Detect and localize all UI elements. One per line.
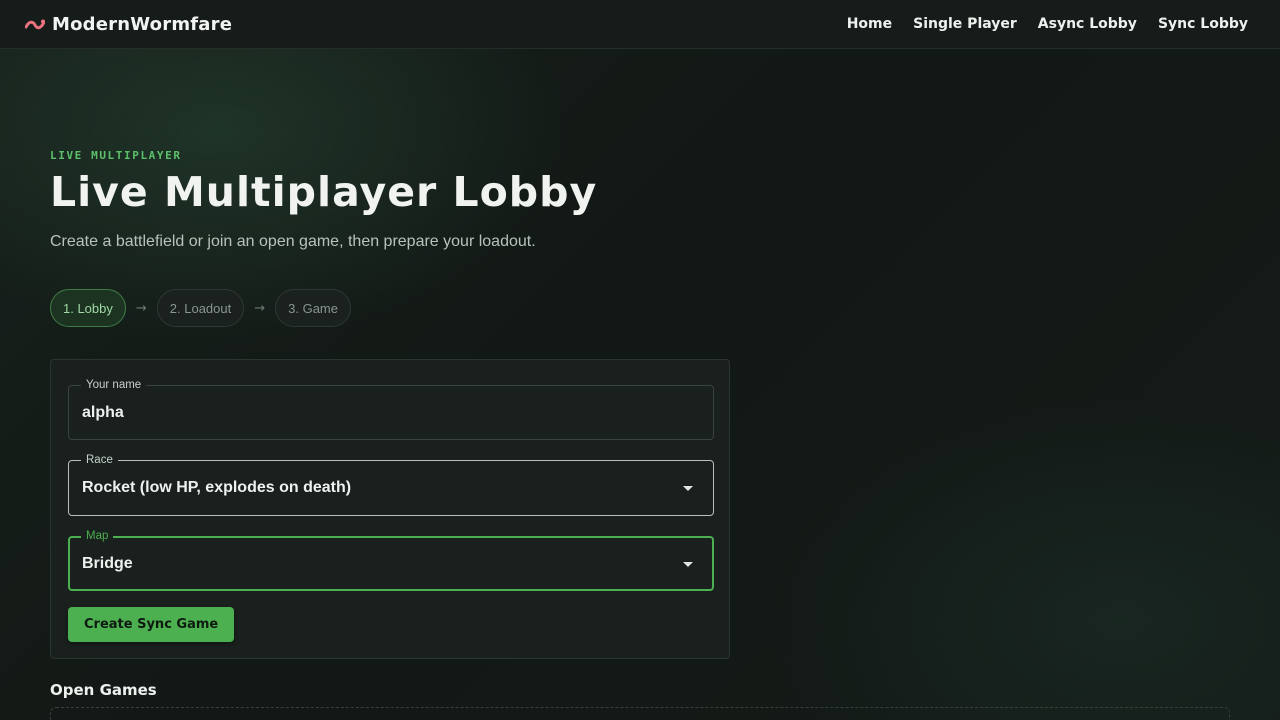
map-select[interactable]: Map Bridge bbox=[68, 529, 714, 591]
main-nav: Home Single Player Async Lobby Sync Lobb… bbox=[847, 16, 1248, 32]
open-games-list bbox=[50, 707, 1230, 720]
create-game-card: Your name alpha Race Rocket (low HP, exp… bbox=[50, 359, 730, 659]
race-select[interactable]: Race Rocket (low HP, explodes on death) bbox=[68, 453, 714, 516]
brand-name: ModernWormfare bbox=[52, 13, 233, 35]
race-select-label: Race bbox=[81, 453, 118, 467]
worm-logo-icon bbox=[25, 19, 45, 30]
nav-sync-lobby[interactable]: Sync Lobby bbox=[1158, 16, 1248, 32]
top-navbar: ModernWormfare Home Single Player Async … bbox=[0, 0, 1280, 49]
race-select-value[interactable]: Rocket (low HP, explodes on death) bbox=[82, 479, 351, 497]
progress-steps: 1. Lobby → 2. Loadout → 3. Game bbox=[50, 289, 351, 327]
page-subtitle: Create a battlefield or join an open gam… bbox=[50, 233, 536, 250]
map-select-label: Map bbox=[81, 529, 114, 543]
eyebrow-label: LIVE MULTIPLAYER bbox=[50, 149, 182, 162]
brand[interactable]: ModernWormfare bbox=[25, 14, 232, 35]
nav-single-player[interactable]: Single Player bbox=[913, 16, 1017, 32]
step-lobby: 1. Lobby bbox=[50, 289, 126, 327]
nav-async-lobby[interactable]: Async Lobby bbox=[1038, 16, 1137, 32]
step-arrow-icon: → bbox=[254, 300, 266, 316]
name-field-label: Your name bbox=[81, 378, 147, 392]
name-field[interactable]: Your name alpha bbox=[68, 378, 714, 440]
chevron-down-icon[interactable] bbox=[683, 486, 693, 491]
name-field-value[interactable]: alpha bbox=[82, 404, 124, 422]
map-select-value[interactable]: Bridge bbox=[82, 555, 133, 573]
open-games-heading: Open Games bbox=[50, 681, 157, 699]
page-title: Live Multiplayer Lobby bbox=[50, 168, 598, 216]
step-arrow-icon: → bbox=[135, 300, 147, 316]
step-game: 3. Game bbox=[275, 289, 351, 327]
step-loadout: 2. Loadout bbox=[156, 289, 245, 327]
chevron-down-icon[interactable] bbox=[683, 561, 693, 567]
nav-home[interactable]: Home bbox=[847, 16, 892, 32]
create-sync-game-button[interactable]: Create Sync Game bbox=[68, 607, 235, 642]
